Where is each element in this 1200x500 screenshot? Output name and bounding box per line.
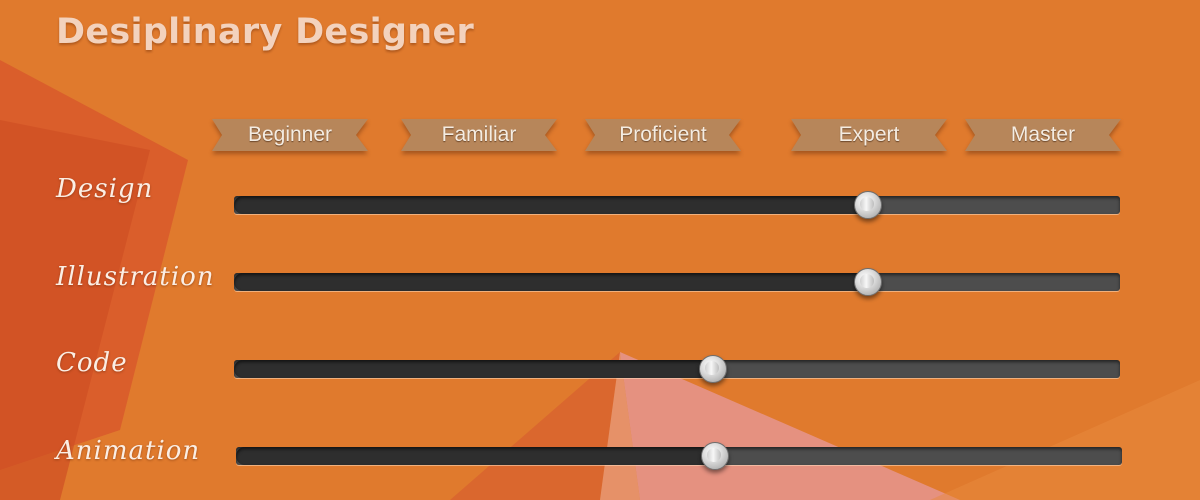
level-label: Beginner: [247, 123, 333, 146]
slider-fill: [234, 360, 713, 378]
design-slider[interactable]: [234, 191, 1120, 219]
level-ribbon-expert: Expert: [791, 117, 947, 153]
level-label: Master: [1010, 123, 1076, 146]
skill-label-animation: Animation: [56, 436, 201, 466]
level-label: Familiar: [441, 123, 517, 146]
level-ribbon-familiar: Familiar: [401, 117, 557, 153]
illustration-slider[interactable]: [234, 268, 1120, 296]
skill-label-design: Design: [56, 174, 154, 204]
skill-label-illustration: Illustration: [56, 262, 215, 292]
background-shapes: [0, 60, 1200, 500]
code-slider[interactable]: [234, 355, 1120, 383]
slider-fill: [234, 273, 868, 291]
page-title: Desiplinary Designer: [56, 12, 475, 52]
level-ribbon-master: Master: [965, 117, 1121, 153]
level-ribbon-proficient: Proficient: [585, 117, 741, 153]
animation-slider[interactable]: [236, 442, 1122, 470]
skill-label-code: Code: [56, 348, 128, 378]
slider-fill: [234, 196, 868, 214]
slider-fill: [236, 447, 715, 465]
level-label: Expert: [838, 123, 900, 146]
level-ribbon-beginner: Beginner: [212, 117, 368, 153]
level-label: Proficient: [619, 123, 707, 146]
